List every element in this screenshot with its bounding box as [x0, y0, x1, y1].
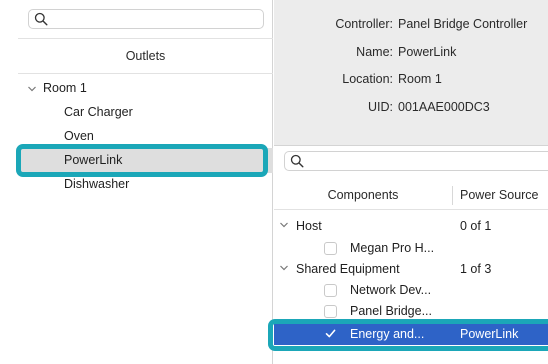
component-label: Network Dev... — [350, 283, 432, 297]
chevron-down-icon[interactable] — [279, 220, 289, 230]
component-group-host[interactable]: Host 0 of 1 — [274, 216, 548, 237]
component-power-source: PowerLink — [460, 327, 519, 341]
outlet-item-label: Car Charger — [64, 105, 133, 119]
component-row-panel-bridge[interactable]: Panel Bridge... — [274, 301, 548, 322]
detail-controller-label: Controller: — [335, 17, 393, 31]
tree-group-room-1[interactable]: Room 1 — [18, 76, 273, 101]
chevron-down-icon[interactable] — [27, 84, 37, 94]
detail-location-label: Location: — [342, 72, 393, 86]
outlet-item-car-charger[interactable]: Car Charger — [18, 100, 273, 125]
detail-uid-row: UID: 001AAE000DC3 — [274, 97, 548, 117]
outlet-item-oven[interactable]: Oven — [18, 124, 273, 149]
search-icon — [34, 12, 48, 26]
detail-location-value: Room 1 — [398, 72, 442, 86]
outlet-item-powerlink[interactable]: PowerLink — [18, 148, 273, 173]
component-label: Megan Pro H... — [350, 241, 435, 255]
component-row-energy[interactable]: Energy and... PowerLink — [274, 323, 548, 345]
component-label: Panel Bridge... — [350, 304, 432, 318]
component-group-label: Host — [296, 219, 322, 233]
chevron-down-icon[interactable] — [279, 263, 289, 273]
detail-name-row: Name: PowerLink — [274, 42, 548, 62]
component-checkbox[interactable] — [324, 305, 337, 318]
component-group-shared-equipment[interactable]: Shared Equipment 1 of 3 — [274, 259, 548, 280]
component-checkbox[interactable] — [324, 242, 337, 255]
detail-controller-row: Controller: Panel Bridge Controller — [274, 14, 548, 34]
column-divider[interactable] — [452, 186, 453, 205]
outlet-item-dishwasher[interactable]: Dishwasher — [18, 172, 273, 197]
component-row-megan-pro[interactable]: Megan Pro H... — [274, 238, 548, 259]
component-group-source: 0 of 1 — [460, 219, 492, 233]
detail-name-label: Name: — [356, 45, 393, 59]
components-table-header: Components Power Source — [274, 181, 548, 210]
outlets-pane: Outlets Room 1 Car Charger Oven PowerLin… — [0, 0, 273, 364]
detail-uid-label: UID: — [368, 100, 393, 114]
outlet-item-label: Oven — [64, 129, 94, 143]
detail-location-row: Location: Room 1 — [274, 69, 548, 89]
search-icon — [290, 154, 304, 168]
outlets-search-input[interactable] — [28, 9, 264, 29]
component-group-label: Shared Equipment — [296, 262, 400, 276]
tree-group-label: Room 1 — [43, 81, 87, 95]
detail-controller-value: Panel Bridge Controller — [398, 17, 528, 31]
outlets-column-header[interactable]: Outlets — [18, 38, 273, 74]
detail-uid-value: 001AAE000DC3 — [398, 100, 490, 114]
outlet-item-label: Dishwasher — [64, 177, 130, 191]
column-header-power-source[interactable]: Power Source — [460, 181, 539, 210]
checkmark-icon[interactable] — [324, 327, 337, 340]
column-header-components[interactable]: Components — [274, 181, 452, 210]
outlet-item-label: PowerLink — [64, 153, 123, 167]
component-label: Energy and... — [350, 327, 425, 341]
component-group-source: 1 of 3 — [460, 262, 492, 276]
component-row-network-dev[interactable]: Network Dev... — [274, 280, 548, 301]
component-checkbox[interactable] — [324, 284, 337, 297]
detail-name-value: PowerLink — [398, 45, 457, 59]
components-search-input[interactable] — [284, 151, 548, 171]
